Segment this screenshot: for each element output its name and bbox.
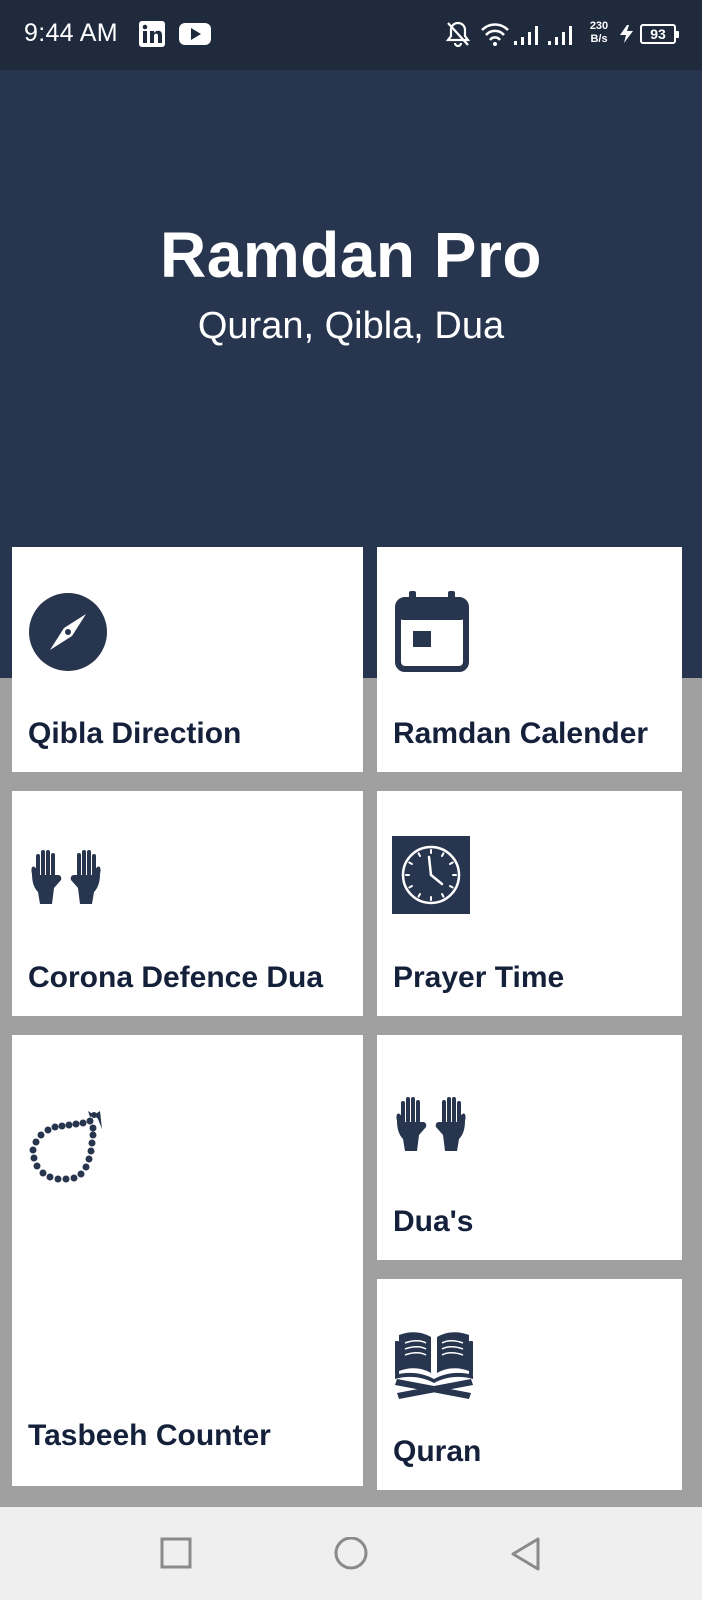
prayer-time-label: Prayer Time xyxy=(393,961,565,994)
network-speed: 230 B/s xyxy=(584,20,614,46)
prayer-time-card[interactable]: Prayer Time xyxy=(377,791,682,1016)
back-icon[interactable] xyxy=(510,1537,542,1573)
quran-label: Quran xyxy=(393,1435,482,1468)
corona-defence-dua-card[interactable]: Corona Defence Dua xyxy=(12,791,363,1016)
tasbeeh-counter-label: Tasbeeh Counter xyxy=(28,1419,271,1452)
open-book-icon xyxy=(395,1332,473,1399)
status-bar: 9:44 AM 230 B/s 93 xyxy=(0,0,702,70)
signal-icon xyxy=(514,26,538,45)
praying-hands-icon xyxy=(31,850,101,904)
signal-icon xyxy=(548,26,572,45)
system-nav-bar xyxy=(0,1507,702,1600)
praying-hands-icon xyxy=(396,1097,466,1151)
corona-defence-dua-label: Corona Defence Dua xyxy=(28,961,324,994)
qibla-direction-label: Qibla Direction xyxy=(28,717,242,750)
linkedin-icon xyxy=(139,21,165,47)
app-title: Ramdan Pro xyxy=(160,219,542,291)
duas-card[interactable]: Dua's xyxy=(377,1035,682,1260)
qibla-direction-card[interactable]: Qibla Direction xyxy=(12,547,363,772)
status-time: 9:44 AM xyxy=(24,19,118,47)
wifi-icon xyxy=(481,23,509,46)
ramdan-calender-label: Ramdan Calender xyxy=(393,717,649,750)
charging-icon xyxy=(620,25,633,43)
calendar-icon xyxy=(395,591,469,672)
network-speed-value: 230 xyxy=(589,20,609,32)
recent-apps-icon[interactable] xyxy=(160,1537,192,1569)
prayer-beads-icon xyxy=(29,1111,102,1183)
battery-indicator: 93 xyxy=(640,24,679,44)
ramdan-calender-card[interactable]: Ramdan Calender xyxy=(377,547,682,772)
compass-icon xyxy=(29,593,107,671)
duas-label: Dua's xyxy=(393,1205,474,1238)
app-subtitle: Quran, Qibla, Dua xyxy=(197,305,505,347)
network-speed-unit: B/s xyxy=(590,33,608,45)
home-icon[interactable] xyxy=(333,1537,369,1573)
battery-level: 93 xyxy=(650,26,666,42)
quran-card[interactable]: Quran xyxy=(377,1279,682,1490)
mute-bell-icon xyxy=(446,21,470,47)
tasbeeh-counter-card[interactable]: Tasbeeh Counter xyxy=(12,1035,363,1486)
youtube-icon xyxy=(179,23,211,45)
clock-icon xyxy=(392,836,470,914)
